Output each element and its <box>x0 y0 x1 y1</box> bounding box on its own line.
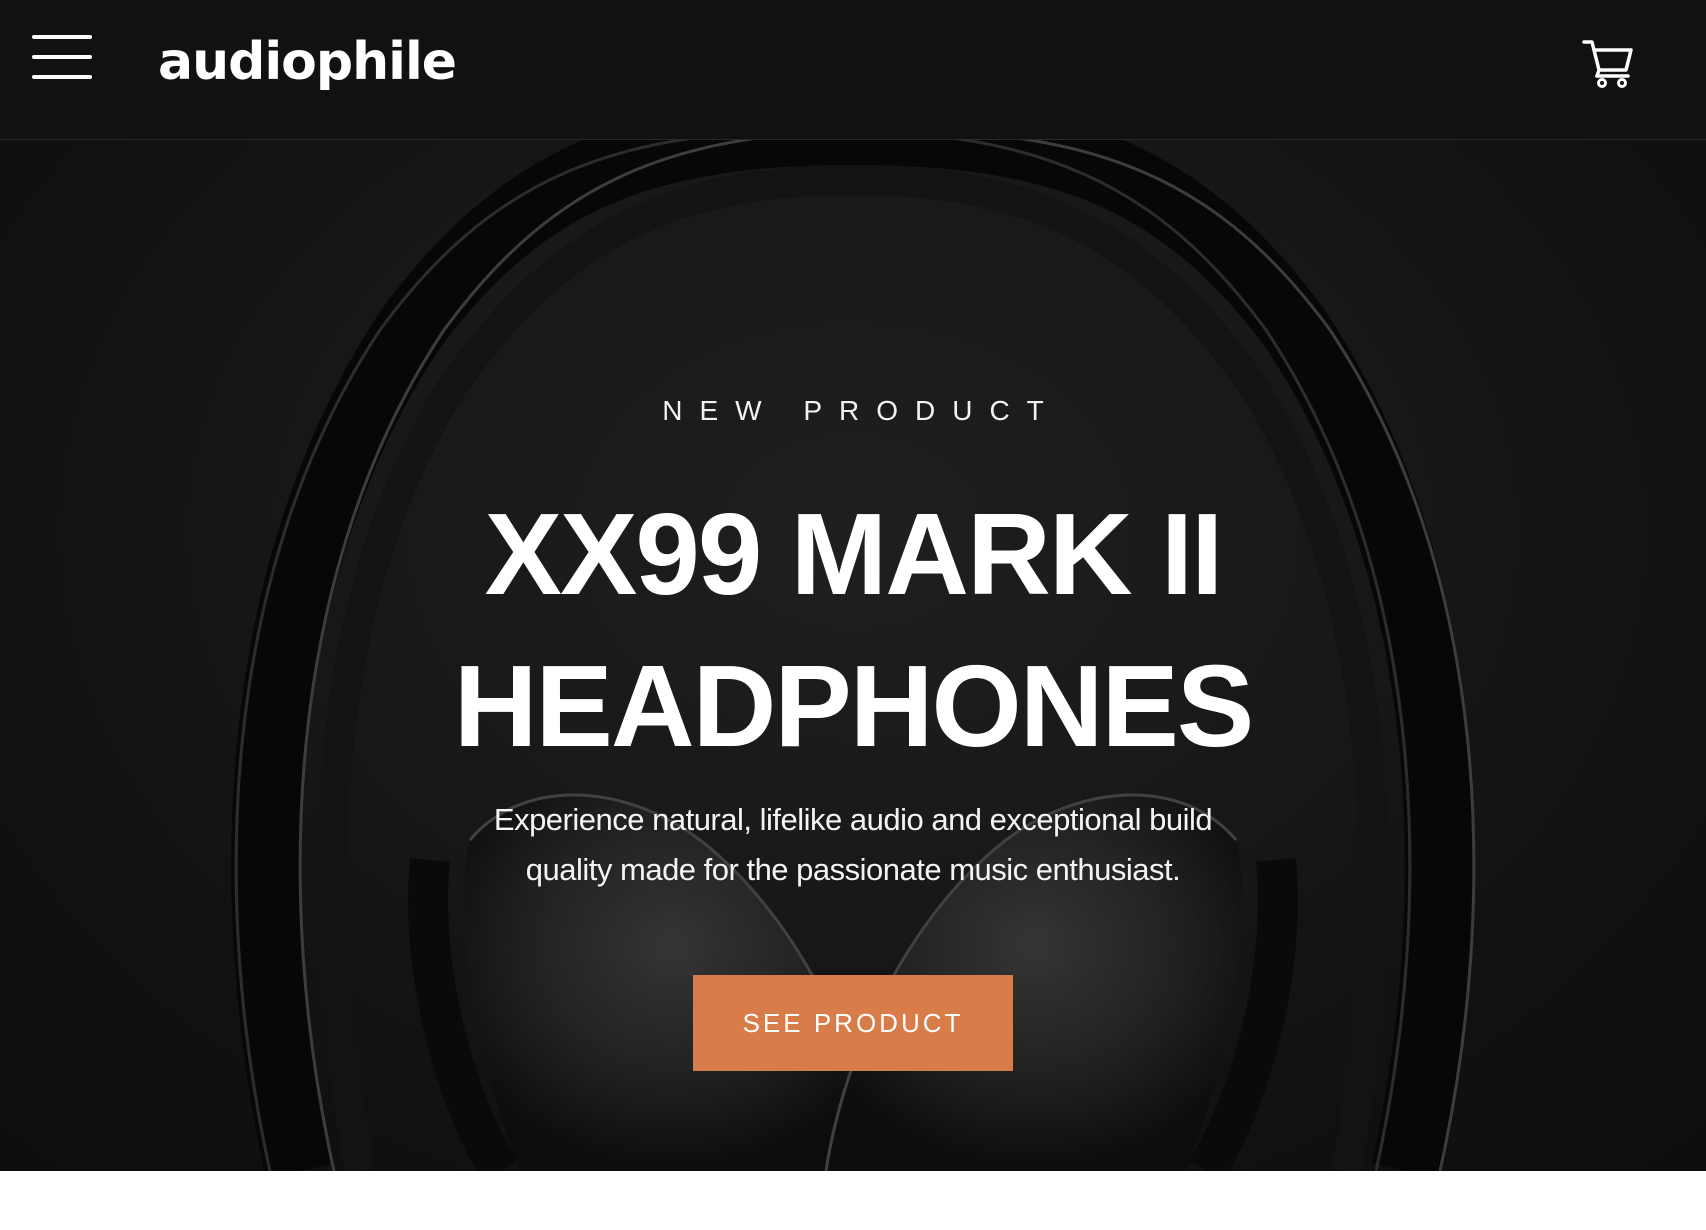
site-header: audiophile <box>0 0 1706 140</box>
cart-button[interactable] <box>1582 38 1634 88</box>
new-product-label: NEW PRODUCT <box>662 395 1061 426</box>
menu-bar-middle <box>32 55 92 59</box>
see-product-button[interactable]: SEE PRODUCT <box>693 975 1013 1071</box>
page-content-area <box>0 1171 1706 1230</box>
logo[interactable]: audiophile <box>158 26 457 98</box>
product-title-line-2: HEADPHONES <box>453 641 1255 771</box>
product-description: Experience natural, lifelike audio and e… <box>493 802 1213 887</box>
shopping-cart-icon <box>1582 40 1633 88</box>
menu-bar-bottom <box>32 75 92 79</box>
hero-section: NEW PRODUCT XX99 MARK II HEADPHONES Expe… <box>0 140 1706 1171</box>
hamburger-menu-button[interactable] <box>30 33 94 81</box>
product-title-line-1: XX99 MARK II <box>484 489 1224 619</box>
menu-bar-top <box>32 35 92 39</box>
product-title: XX99 MARK II HEADPHONES <box>0 478 1706 782</box>
